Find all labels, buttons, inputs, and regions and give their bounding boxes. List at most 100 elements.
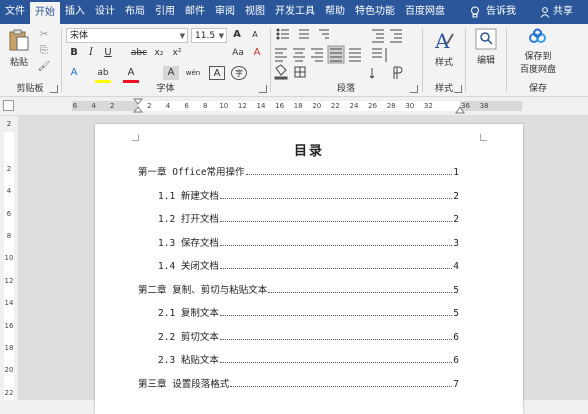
ruler-tick-label: 16 [275, 102, 285, 110]
toc-leader-dots [219, 268, 452, 269]
vruler-tick-label: 18 [4, 344, 14, 352]
multilevel-list-icon [319, 29, 329, 39]
toc-entry[interactable]: 第二章 复制、剪切与粘贴文本 5 [138, 282, 459, 296]
font-group: 宋体 ▼ 11.5 ▼ A A B I U abc x₂ x² Aa A A ab … [63, 24, 268, 96]
styles-launcher-icon[interactable] [454, 85, 462, 93]
ruler-tick-label: 2 [147, 102, 152, 110]
tab-selector[interactable] [3, 100, 14, 111]
clipboard-launcher-icon[interactable] [50, 85, 58, 93]
char-shading-button[interactable]: A [163, 66, 179, 80]
toc-entry[interactable]: 2.2 剪切文本 6 [158, 329, 459, 343]
ruler-tick-label: 4 [165, 102, 171, 110]
styles-button[interactable]: A 样式 [428, 28, 460, 68]
styles-icon: A [434, 29, 454, 53]
toc-entry-page: 7 [453, 378, 459, 390]
paragraph-launcher-icon[interactable] [410, 85, 418, 93]
toc-entry[interactable]: 2.1 复制文本 5 [158, 305, 459, 319]
tell-me-search[interactable]: 告诉我 [470, 0, 516, 24]
distribute-icon [349, 48, 361, 62]
ruler-margin-left [72, 101, 138, 111]
styles-label: 样式 [434, 58, 453, 68]
paste-button[interactable]: 粘贴 [6, 28, 32, 68]
vruler-tick-label: 2 [6, 164, 12, 173]
italic-button[interactable]: I [83, 46, 99, 60]
align-right-icon [311, 48, 323, 62]
tab-6[interactable]: 邮件 [180, 0, 210, 24]
toc-entry[interactable]: 2.3 粘贴文本 6 [158, 352, 459, 366]
align-center-icon [293, 48, 305, 62]
ruler-tick-label: 4 [91, 102, 96, 110]
font-name-combo[interactable]: 宋体 ▼ [66, 28, 188, 43]
toc-leader-dots [219, 315, 452, 316]
share-button[interactable]: 共享 [540, 0, 573, 24]
save-to-baidu-button[interactable]: 保存到 百度网盘 [508, 28, 568, 75]
vertical-ruler[interactable]: 2 2 4 6 8 10 12 14 16 18 20 22 [0, 116, 19, 400]
toc-entry-page: 5 [453, 308, 459, 319]
cut-icon[interactable]: ✂ [36, 28, 52, 42]
strikethrough-button[interactable]: abc [129, 46, 149, 60]
copy-icon[interactable]: ⎘ [36, 44, 52, 58]
toc-leader-dots [219, 362, 452, 363]
document-page[interactable]: 目录 第一章 Office常用操作 1 1.1 新建文档 2 1.2 打开文档 2 1.3 … [95, 124, 523, 414]
tab-0[interactable]: 文件 [0, 0, 30, 24]
paragraph-group-label: 段落 [336, 84, 355, 94]
toc-entry[interactable]: 1.4 关闭文档 4 [158, 258, 459, 272]
vruler-tick-label: 14 [4, 299, 14, 308]
toc-entry-page: 2 [453, 190, 459, 202]
vruler-tick-label: 6 [6, 209, 12, 218]
toc-entry[interactable]: 第一章 Office常用操作 1 [138, 164, 459, 178]
tab-5[interactable]: 引用 [150, 0, 180, 24]
underline-button[interactable]: U [100, 46, 116, 60]
shading-icon [274, 64, 288, 80]
tab-1[interactable]: 开始 [30, 2, 60, 24]
char-border-button[interactable]: A [209, 66, 225, 80]
toc-entry[interactable]: 第三章 设置段落格式 7 [138, 376, 459, 390]
grow-font-button[interactable]: A [229, 28, 245, 42]
ruler-tick-label: 20 [312, 102, 322, 110]
indent-marker-icon[interactable] [133, 98, 143, 114]
font-launcher-icon[interactable] [259, 85, 267, 93]
toc-entry-page: 4 [453, 261, 459, 272]
ruler-tick-label: 6 [184, 102, 189, 110]
tab-9[interactable]: 开发工具 [270, 0, 320, 24]
superscript-button[interactable]: x² [169, 46, 185, 60]
toc-entry[interactable]: 1.3 保存文档 3 [158, 235, 459, 249]
toc-entry[interactable]: 1.1 新建文档 2 [158, 188, 459, 202]
editing-button[interactable]: 编辑 [471, 28, 501, 66]
tab-8[interactable]: 视图 [240, 0, 270, 24]
change-case-button[interactable]: Aa [229, 46, 247, 60]
enclose-char-button[interactable]: 字 [231, 66, 247, 80]
subscript-button[interactable]: x₂ [151, 46, 167, 60]
toc-entry-text: 第二章 复制、剪切与粘贴文本 [138, 284, 268, 296]
tab-4[interactable]: 布局 [120, 0, 150, 24]
toc-leader-dots [219, 221, 452, 222]
group-divider [61, 28, 62, 92]
vruler-tick-label: 12 [4, 276, 14, 285]
format-painter-icon[interactable]: 🖌 [36, 60, 52, 74]
tab-11[interactable]: 特色功能 [350, 0, 400, 24]
tab-7[interactable]: 审阅 [210, 0, 240, 24]
toc-entry[interactable]: 1.2 打开文档 2 [158, 211, 459, 225]
toc-entry-text: 2.2 剪切文本 [158, 331, 219, 343]
bold-button[interactable]: B [66, 46, 82, 60]
toc-entry-page: 6 [453, 355, 459, 366]
right-indent-marker-icon[interactable] [455, 105, 465, 114]
clear-formatting-button[interactable]: A [249, 46, 265, 60]
tab-10[interactable]: 帮助 [320, 0, 350, 24]
numbering-icon [299, 29, 309, 39]
horizontal-ruler[interactable]: 6 4 2 2 4 6 8 10 12 14 16 18 20 22 24 26 28 30 32 36 38 [0, 97, 588, 116]
font-size-combo[interactable]: 11.5 ▼ [191, 28, 227, 43]
line-spacing-icon [372, 48, 387, 62]
text-effects-icon[interactable]: A [66, 66, 82, 80]
phonetic-guide-button[interactable]: wén [185, 66, 201, 80]
toc-entry-text: 第一章 Office常用操作 [138, 167, 245, 178]
vruler-tick-label: 10 [4, 254, 14, 263]
tab-12[interactable]: 百度网盘 [400, 0, 450, 24]
toc-entry-page: 6 [453, 331, 459, 343]
ruler-tick-label: 14 [256, 102, 266, 110]
ruler-tick-label: 2 [109, 102, 115, 110]
tab-2[interactable]: 插入 [60, 0, 90, 24]
shrink-font-button[interactable]: A [247, 28, 263, 42]
tab-3[interactable]: 设计 [90, 0, 120, 24]
toc-entry-text: 1.3 保存文档 [158, 237, 219, 249]
